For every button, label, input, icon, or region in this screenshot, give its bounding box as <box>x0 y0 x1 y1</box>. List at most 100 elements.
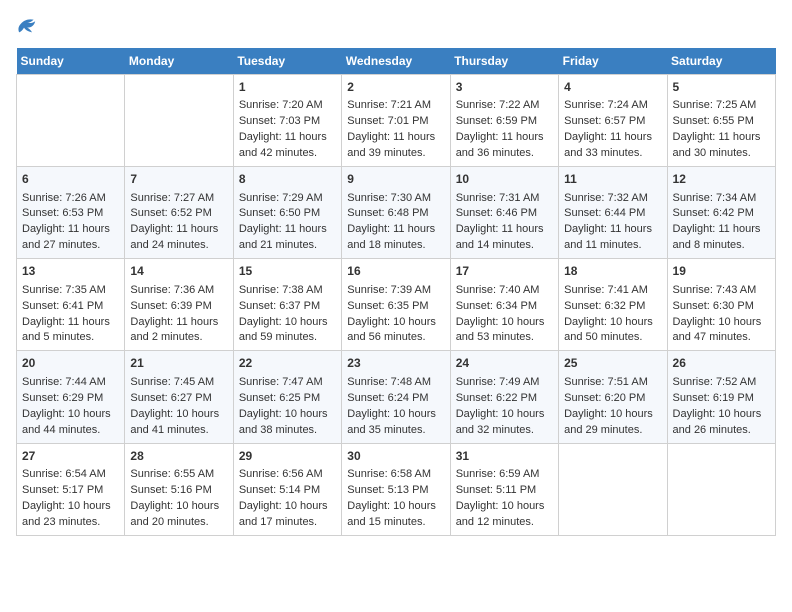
calendar-cell: 18 Sunrise: 7:41 AM Sunset: 6:32 PM Dayligh… <box>559 259 667 351</box>
sunset-text: Sunset: 6:41 PM <box>22 300 103 312</box>
calendar-cell <box>559 443 667 535</box>
day-number: 22 <box>239 355 336 372</box>
sunrise-text: Sunrise: 7:25 AM <box>673 99 757 111</box>
page-header <box>16 16 776 36</box>
calendar-cell: 7Sunrise: 7:27 AMSunset: 6:52 PMDaylight… <box>125 167 233 259</box>
day-number: 10 <box>456 171 553 188</box>
sunset-text: Sunset: 5:14 PM <box>239 484 320 496</box>
sunset-text: Sunset: 6:46 PM <box>456 207 537 219</box>
day-number: 27 <box>22 448 119 465</box>
sunrise-text: Sunrise: 7:32 AM <box>564 192 648 204</box>
sunrise-text: Sunrise: 7:43 AM <box>673 284 757 296</box>
daylight-text: Daylight: 10 hours and 26 minutes. <box>673 408 762 436</box>
sunrise-text: Sunrise: 7:29 AM <box>239 192 323 204</box>
col-header-thursday: Thursday <box>450 48 558 75</box>
daylight-text: Daylight: 10 hours and 12 minutes. <box>456 500 545 528</box>
week-row-1: 1Sunrise: 7:20 AMSunset: 7:03 PMDaylight… <box>17 75 776 167</box>
calendar-cell: 27Sunrise: 6:54 AMSunset: 5:17 PMDayligh… <box>17 443 125 535</box>
calendar-cell: 23Sunrise: 7:48 AMSunset: 6:24 PMDayligh… <box>342 351 450 443</box>
daylight-text: Daylight: 10 hours and 50 minutes. <box>564 316 653 344</box>
sunset-text: Sunset: 6:20 PM <box>564 392 645 404</box>
calendar-cell: 1Sunrise: 7:20 AMSunset: 7:03 PMDaylight… <box>233 75 341 167</box>
daylight-text: Daylight: 10 hours and 56 minutes. <box>347 316 436 344</box>
calendar-cell: 6Sunrise: 7:26 AMSunset: 6:53 PMDaylight… <box>17 167 125 259</box>
sunrise-text: Sunrise: 6:55 AM <box>130 468 214 480</box>
calendar-cell: 10 Sunrise: 7:31 AM Sunset: 6:46 PM Dayligh… <box>450 167 558 259</box>
daylight-text: Daylight: 11 hours and 14 minutes. <box>456 223 544 251</box>
daylight-text: Daylight: 10 hours and 20 minutes. <box>130 500 219 528</box>
week-row-5: 27Sunrise: 6:54 AMSunset: 5:17 PMDayligh… <box>17 443 776 535</box>
daylight-text: Daylight: 10 hours and 17 minutes. <box>239 500 328 528</box>
sunset-text: Sunset: 6:50 PM <box>239 207 320 219</box>
day-number: 17 <box>456 263 553 280</box>
day-number: 18 <box>564 263 661 280</box>
sunrise-text: Sunrise: 7:34 AM <box>673 192 757 204</box>
sunrise-text: Sunrise: 7:20 AM <box>239 99 323 111</box>
calendar-cell <box>125 75 233 167</box>
sunrise-text: Sunrise: 7:52 AM <box>673 376 757 388</box>
week-row-2: 6Sunrise: 7:26 AMSunset: 6:53 PMDaylight… <box>17 167 776 259</box>
sunrise-text: Sunrise: 6:58 AM <box>347 468 431 480</box>
logo-bird-icon <box>16 16 40 36</box>
day-number: 8 <box>239 171 336 188</box>
calendar-cell: 4Sunrise: 7:24 AMSunset: 6:57 PMDaylight… <box>559 75 667 167</box>
day-number: 14 <box>130 263 227 280</box>
calendar-cell: 16Sunrise: 7:39 AMSunset: 6:35 PMDayligh… <box>342 259 450 351</box>
calendar-cell: 17Sunrise: 7:40 AMSunset: 6:34 PMDayligh… <box>450 259 558 351</box>
sunset-text: Sunset: 6:22 PM <box>456 392 537 404</box>
day-number: 11 <box>564 171 661 188</box>
daylight-text: Daylight: 10 hours and 32 minutes. <box>456 408 545 436</box>
sunrise-text: Sunrise: 7:41 AM <box>564 284 648 296</box>
col-header-wednesday: Wednesday <box>342 48 450 75</box>
day-number: 23 <box>347 355 444 372</box>
day-number: 28 <box>130 448 227 465</box>
daylight-text: Daylight: 11 hours and 27 minutes. <box>22 223 110 251</box>
calendar-cell: 25Sunrise: 7:51 AMSunset: 6:20 PMDayligh… <box>559 351 667 443</box>
daylight-text: Daylight: 11 hours and 18 minutes. <box>347 223 435 251</box>
day-number: 30 <box>347 448 444 465</box>
sunrise-text: Sunrise: 7:22 AM <box>456 99 540 111</box>
header-row: SundayMondayTuesdayWednesdayThursdayFrid… <box>17 48 776 75</box>
day-number: 4 <box>564 79 661 96</box>
daylight-text: Daylight: 11 hours and 30 minutes. <box>673 131 761 159</box>
sunrise-text: Sunrise: 7:39 AM <box>347 284 431 296</box>
sunrise-text: Sunrise: 7:36 AM <box>130 284 214 296</box>
sunrise-text: Sunrise: 7:30 AM <box>347 192 431 204</box>
calendar-cell: 31Sunrise: 6:59 AMSunset: 5:11 PMDayligh… <box>450 443 558 535</box>
sunrise-text: Sunrise: 7:48 AM <box>347 376 431 388</box>
sunset-text: Sunset: 6:32 PM <box>564 300 645 312</box>
day-number: 7 <box>130 171 227 188</box>
calendar-cell: 19Sunrise: 7:43 AMSunset: 6:30 PMDayligh… <box>667 259 775 351</box>
sunrise-text: Sunrise: 6:54 AM <box>22 468 106 480</box>
sunset-text: Sunset: 6:27 PM <box>130 392 211 404</box>
day-number: 13 <box>22 263 119 280</box>
daylight-text: Daylight: 11 hours and 39 minutes. <box>347 131 435 159</box>
sunset-text: Sunset: 6:53 PM <box>22 207 103 219</box>
sunrise-text: Sunrise: 7:51 AM <box>564 376 648 388</box>
day-number: 29 <box>239 448 336 465</box>
sunset-text: Sunset: 6:59 PM <box>456 115 537 127</box>
daylight-text: Daylight: 11 hours and 42 minutes. <box>239 131 327 159</box>
day-number: 12 <box>673 171 770 188</box>
sunrise-text: Sunrise: 7:31 AM <box>456 192 540 204</box>
sunset-text: Sunset: 7:03 PM <box>239 115 320 127</box>
calendar-cell: 9Sunrise: 7:30 AMSunset: 6:48 PMDaylight… <box>342 167 450 259</box>
daylight-text: Daylight: 10 hours and 53 minutes. <box>456 316 545 344</box>
sunrise-text: Sunrise: 7:21 AM <box>347 99 431 111</box>
day-number: 31 <box>456 448 553 465</box>
sunrise-text: Sunrise: 7:47 AM <box>239 376 323 388</box>
daylight-text: Daylight: 10 hours and 35 minutes. <box>347 408 436 436</box>
calendar-table: SundayMondayTuesdayWednesdayThursdayFrid… <box>16 48 776 536</box>
sunset-text: Sunset: 6:52 PM <box>130 207 211 219</box>
sunset-text: Sunset: 6:42 PM <box>673 207 754 219</box>
day-number: 15 <box>239 263 336 280</box>
daylight-text: Daylight: 10 hours and 59 minutes. <box>239 316 328 344</box>
sunset-text: Sunset: 5:16 PM <box>130 484 211 496</box>
sunrise-text: Sunrise: 7:45 AM <box>130 376 214 388</box>
daylight-text: Daylight: 11 hours and 21 minutes. <box>239 223 327 251</box>
day-number: 5 <box>673 79 770 96</box>
day-number: 24 <box>456 355 553 372</box>
sunrise-text: Sunrise: 7:44 AM <box>22 376 106 388</box>
daylight-text: Daylight: 10 hours and 38 minutes. <box>239 408 328 436</box>
daylight-text: Daylight: 10 hours and 15 minutes. <box>347 500 436 528</box>
